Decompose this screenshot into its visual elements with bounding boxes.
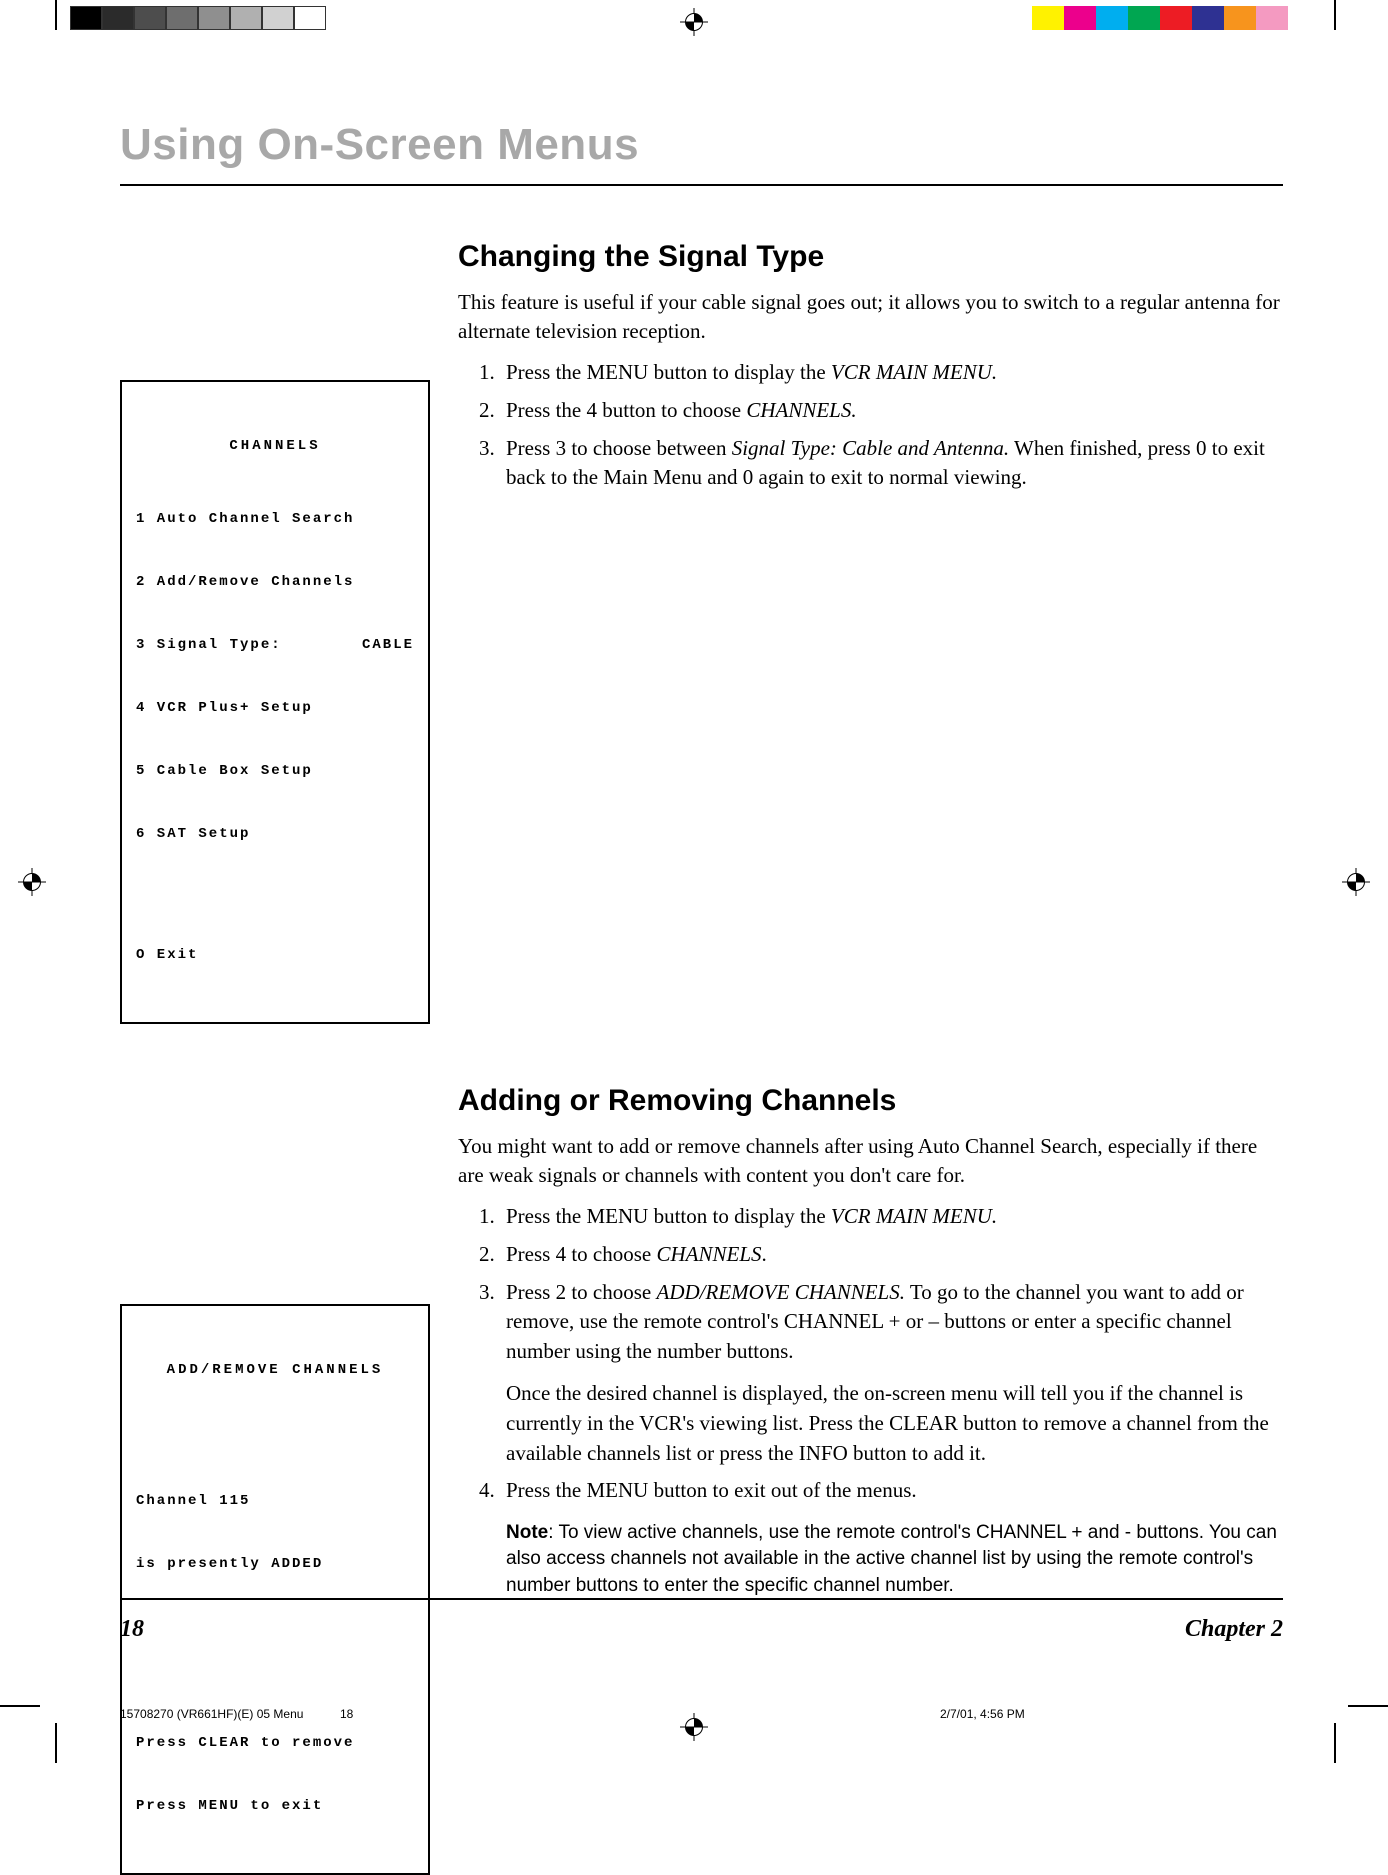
swatch xyxy=(1096,6,1128,30)
swatch xyxy=(198,6,230,30)
osd-line: is presently ADDED xyxy=(136,1554,414,1575)
step-text: Press the 4 button to choose xyxy=(506,398,746,422)
osd-line: Channel 115 xyxy=(136,1491,414,1512)
note-body: : To view active channels, use the remot… xyxy=(506,1522,1277,1595)
osd-exit-line: O Exit xyxy=(136,945,414,966)
print-footer: 15708270 (VR661HF)(E) 05 Menu 18 2/7/01,… xyxy=(120,1707,1283,1721)
swatch xyxy=(166,6,198,30)
step-item: Press 2 to choose ADD/REMOVE CHANNELS. T… xyxy=(500,1278,1283,1469)
swatch xyxy=(1224,6,1256,30)
section-changing-signal-type: CHANNELS 1 Auto Channel Search 2 Add/Rem… xyxy=(120,240,1283,1024)
step-item: Press 4 to choose CHANNELS. xyxy=(500,1240,1283,1270)
grey-swatch-bar xyxy=(70,6,326,30)
swatch xyxy=(1256,6,1288,30)
swatch xyxy=(1288,6,1320,30)
swatch xyxy=(70,6,102,30)
step-item: Press the MENU button to display the VCR… xyxy=(500,358,1283,388)
color-swatch-bar xyxy=(1032,6,1320,30)
swatch xyxy=(102,6,134,30)
steps-list: Press the MENU button to display the VCR… xyxy=(458,1202,1283,1599)
swatch xyxy=(230,6,262,30)
intro-text: This feature is useful if your cable sig… xyxy=(458,288,1283,346)
osd-line: 1 Auto Channel Search xyxy=(136,509,414,530)
section-add-remove-channels: ADD/REMOVE CHANNELS Channel 115 is prese… xyxy=(120,1084,1283,1875)
sidebar-osd-column: ADD/REMOVE CHANNELS Channel 115 is prese… xyxy=(120,1084,430,1875)
osd-value: CABLE xyxy=(362,635,414,656)
osd-line: 5 Cable Box Setup xyxy=(136,761,414,782)
note-block: Note: To view active channels, use the r… xyxy=(506,1520,1283,1599)
osd-add-remove-box: ADD/REMOVE CHANNELS Channel 115 is prese… xyxy=(120,1304,430,1875)
osd-line: Press MENU to exit xyxy=(136,1796,414,1817)
osd-line: 3 Signal Type: CABLE xyxy=(136,635,414,656)
section-body: Adding or Removing Channels You might wa… xyxy=(458,1084,1283,1875)
osd-line: 6 SAT Setup xyxy=(136,824,414,845)
note-label: Note xyxy=(506,1522,548,1543)
swatch xyxy=(1064,6,1096,30)
step-text: Press the MENU button to display the xyxy=(506,1204,831,1228)
page-content: Using On-Screen Menus CHANNELS 1 Auto Ch… xyxy=(120,120,1283,1663)
swatch xyxy=(1192,6,1224,30)
page-footer: 18 Chapter 2 xyxy=(120,1598,1283,1643)
sidebar-osd-column: CHANNELS 1 Auto Channel Search 2 Add/Rem… xyxy=(120,240,430,1024)
step-text: . xyxy=(762,1242,767,1266)
steps-list: Press the MENU button to display the VCR… xyxy=(458,358,1283,493)
step-text: Press the MENU button to exit out of the… xyxy=(506,1478,917,1502)
step-item: Press 3 to choose between Signal Type: C… xyxy=(500,434,1283,494)
step-text: Press 4 to choose xyxy=(506,1242,657,1266)
swatch xyxy=(262,6,294,30)
swatch xyxy=(1032,6,1064,30)
swatch xyxy=(294,6,326,30)
osd-title: CHANNELS xyxy=(136,436,414,457)
step-italic: CHANNELS. xyxy=(746,398,856,422)
page-number: 18 xyxy=(120,1616,144,1643)
print-doc-id: 15708270 (VR661HF)(E) 05 Menu xyxy=(120,1707,340,1721)
swatch xyxy=(1160,6,1192,30)
section-heading: Adding or Removing Channels xyxy=(458,1084,1283,1118)
osd-line: Press CLEAR to remove xyxy=(136,1733,414,1754)
osd-title: ADD/REMOVE CHANNELS xyxy=(136,1360,414,1381)
step-italic: VCR MAIN MENU. xyxy=(831,360,997,384)
chapter-label: Chapter 2 xyxy=(1185,1616,1283,1643)
osd-label: 3 Signal Type: xyxy=(136,635,282,656)
crop-mark xyxy=(0,1705,40,1707)
section-body: Changing the Signal Type This feature is… xyxy=(458,240,1283,1024)
crop-mark xyxy=(1348,1705,1388,1707)
swatch xyxy=(134,6,166,30)
section-heading: Changing the Signal Type xyxy=(458,240,1283,274)
step-italic: CHANNELS xyxy=(657,1242,762,1266)
swatch xyxy=(1128,6,1160,30)
registration-mark-icon xyxy=(680,8,708,36)
crop-mark xyxy=(1334,1723,1336,1763)
page-title: Using On-Screen Menus xyxy=(120,120,1283,186)
crop-mark xyxy=(1334,0,1336,30)
step-italic: Signal Type: Cable and Antenna. xyxy=(732,436,1009,460)
step-item: Press the MENU button to display the VCR… xyxy=(500,1202,1283,1232)
step-text: Press the MENU button to display the xyxy=(506,360,831,384)
step-item: Press the 4 button to choose CHANNELS. xyxy=(500,396,1283,426)
step-text: Press 3 to choose between xyxy=(506,436,732,460)
intro-text: You might want to add or remove channels… xyxy=(458,1132,1283,1190)
crop-mark xyxy=(55,1723,57,1763)
osd-line: 4 VCR Plus+ Setup xyxy=(136,698,414,719)
osd-line: 2 Add/Remove Channels xyxy=(136,572,414,593)
step-text: Press 2 to choose xyxy=(506,1280,657,1304)
step-italic: VCR MAIN MENU. xyxy=(831,1204,997,1228)
registration-mark-icon xyxy=(1342,868,1370,896)
registration-mark-icon xyxy=(18,868,46,896)
print-datetime: 2/7/01, 4:56 PM xyxy=(820,1707,1283,1721)
print-page-num: 18 xyxy=(340,1707,820,1721)
step-item: Press the MENU button to exit out of the… xyxy=(500,1476,1283,1598)
crop-mark xyxy=(55,0,57,30)
step-extra-paragraph: Once the desired channel is displayed, t… xyxy=(506,1379,1283,1468)
osd-channels-box: CHANNELS 1 Auto Channel Search 2 Add/Rem… xyxy=(120,380,430,1024)
step-italic: ADD/REMOVE CHANNELS. xyxy=(657,1280,905,1304)
